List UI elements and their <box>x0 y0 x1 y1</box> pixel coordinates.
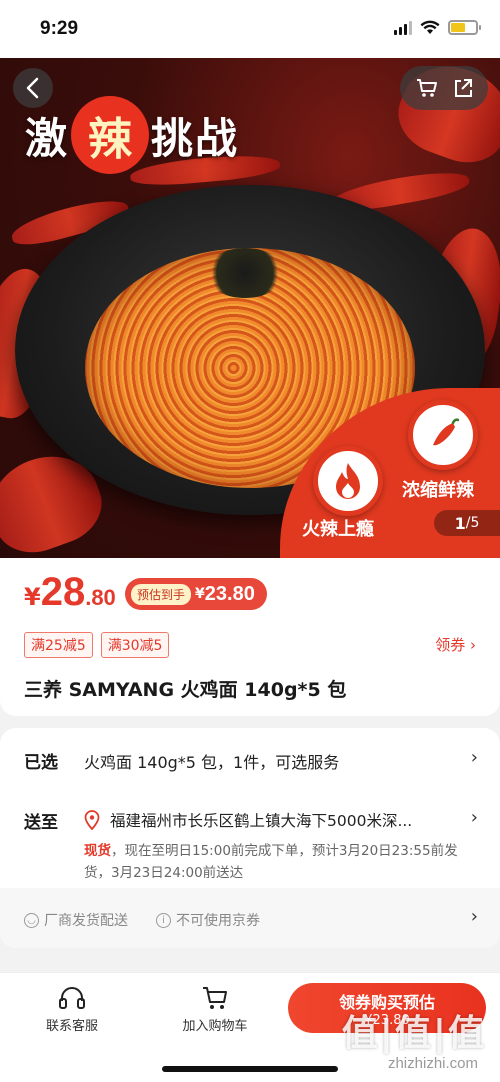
ship-label: 送至 <box>24 813 58 833</box>
hero-title: 激 辣 挑战 <box>25 96 239 174</box>
wifi-icon <box>420 20 440 34</box>
badge-label-1: 火辣上瘾 <box>302 519 374 540</box>
fire-badge <box>313 446 383 516</box>
stock-detail: ，现在至明日15:00前完成下单，预计3月20日23:55前发货，3月23日24… <box>84 843 458 881</box>
service-label: 不可使用京券 <box>176 913 260 929</box>
cart-icon[interactable] <box>415 77 439 99</box>
coupon-tag[interactable]: 满30减5 <box>100 632 170 658</box>
selected-value: 火鸡面 140g*5 包，1件，可选服务 <box>84 753 340 772</box>
hero-title-left: 激 <box>25 113 70 163</box>
product-image-carousel[interactable]: 激 辣 挑战 火辣上瘾 浓缩鲜辣 1/5 <box>0 58 500 558</box>
carousel-pager: 1/5 <box>434 510 500 536</box>
badge-label-2: 浓缩鲜辣 <box>402 480 474 501</box>
chevron-right-icon: › <box>470 747 478 768</box>
service-label: 厂商发货配送 <box>44 913 128 929</box>
coupon-list: 满25减5 满30减5 <box>24 632 170 658</box>
price-integer: 28 <box>40 570 86 614</box>
hero-title-circle: 辣 <box>71 96 150 174</box>
status-bar: 9:29 <box>0 0 500 58</box>
coupon-tag[interactable]: 满25减5 <box>24 632 93 658</box>
price: ¥ 28 .80 <box>24 570 116 615</box>
price-currency: ¥ <box>24 583 41 611</box>
service-row[interactable]: ◡ 厂商发货配送 i 不可使用京券 › <box>0 888 500 948</box>
seaweed-topping <box>205 248 285 298</box>
pager-total: /5 <box>465 515 480 531</box>
fire-icon <box>336 463 360 499</box>
customer-service-button[interactable]: 联系客服 <box>12 985 132 1034</box>
back-button[interactable] <box>13 68 53 108</box>
estimate-currency: ¥ <box>195 586 205 602</box>
hero-title-right: 挑战 <box>151 113 240 163</box>
cart-icon <box>203 987 227 1009</box>
product-title: 三养 SAMYANG 火鸡面 140g*5 包 <box>24 679 347 701</box>
get-coupon-link[interactable]: 领券 › <box>435 634 476 655</box>
chili-icon <box>433 418 460 446</box>
hero-title-highlight: 辣 <box>88 114 133 165</box>
estimate-label: 预估到手 <box>131 583 192 605</box>
info-icon: i <box>156 912 171 928</box>
pager-current: 1 <box>454 513 466 533</box>
location-pin-icon <box>84 810 100 830</box>
chevron-right-icon: › <box>470 807 478 828</box>
signal-icon <box>394 20 412 35</box>
chevron-right-icon: › <box>470 906 478 927</box>
selected-label: 已选 <box>24 753 58 773</box>
price-card: ¥ 28 .80 预估到手 ¥ 23.80 满25减5 满30减5 领券 › 三… <box>0 558 500 716</box>
service-item: i 不可使用京券 <box>156 910 260 930</box>
estimated-price-badge: 预估到手 ¥ 23.80 <box>125 578 267 610</box>
spec-card: 已选 火鸡面 140g*5 包，1件，可选服务 › 送至 福建福州市长乐区鹤上镇… <box>0 728 500 948</box>
address-value: 福建福州市长乐区鹤上镇大海下5000米深... <box>110 812 413 830</box>
chevron-left-icon <box>26 77 39 99</box>
battery-icon <box>448 20 481 35</box>
customer-service-label: 联系客服 <box>45 1019 98 1034</box>
get-coupon-label: 领券 <box>435 636 466 654</box>
chili-badge <box>408 400 478 470</box>
share-icon[interactable] <box>452 77 474 99</box>
top-actions <box>400 66 488 110</box>
watermark-logo: 值|值|值 <box>341 1013 486 1054</box>
status-icons <box>394 20 481 35</box>
stock-status: 现货 <box>84 843 111 859</box>
add-to-cart-label: 加入购物车 <box>182 1019 248 1034</box>
headset-icon <box>59 987 85 1009</box>
home-indicator <box>162 1066 338 1072</box>
chevron-right-icon: › <box>470 636 476 654</box>
watermark-site: zhizhizhi.com <box>387 1055 478 1072</box>
price-decimal: .80 <box>85 585 116 610</box>
service-item: ◡ 厂商发货配送 <box>24 910 128 930</box>
stock-info: 现货，现在至明日15:00前完成下单，预计3月20日23:55前发货，3月23日… <box>84 840 474 884</box>
status-time: 9:29 <box>40 18 79 39</box>
smile-icon: ◡ <box>24 912 39 928</box>
add-to-cart-button[interactable]: 加入购物车 <box>155 985 275 1034</box>
estimate-value: 23.80 <box>204 582 255 605</box>
